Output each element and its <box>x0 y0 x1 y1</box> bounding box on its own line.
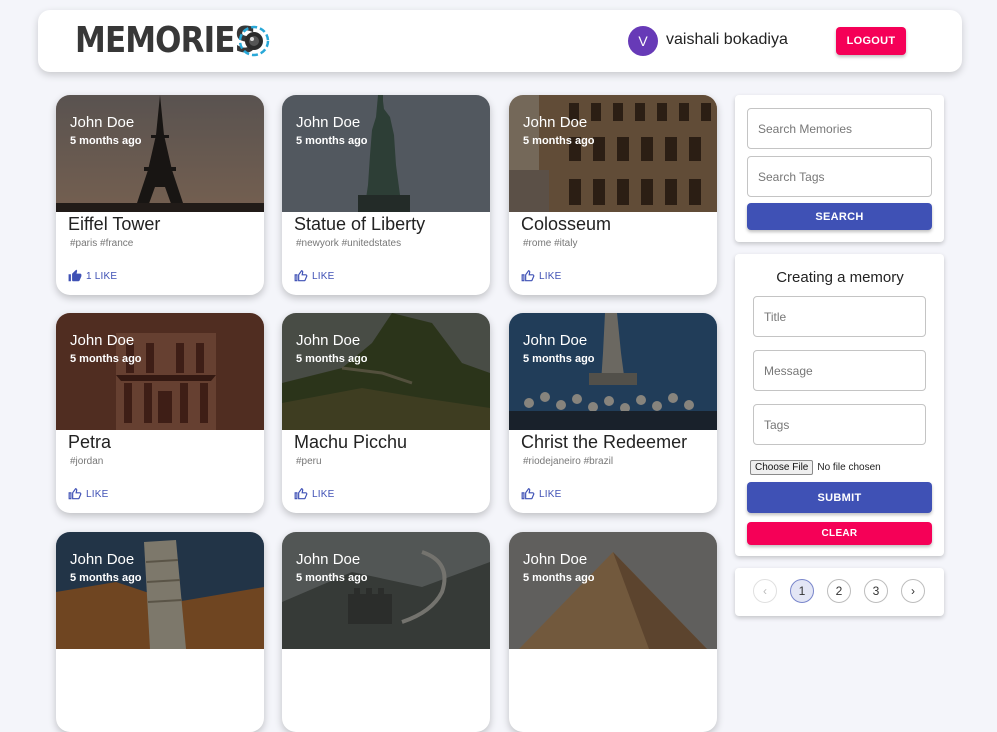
post-author: John Doe <box>296 114 361 131</box>
like-label: LIKE <box>312 488 335 500</box>
avatar[interactable]: V <box>628 26 658 56</box>
like-button[interactable]: LIKE <box>294 269 334 283</box>
like-label: LIKE <box>86 488 109 500</box>
post-card[interactable]: John Doe 5 months ago Colosseum #rome #i… <box>509 95 717 295</box>
user-name: vaishali bokadiya <box>666 31 788 48</box>
choose-file-button[interactable]: Choose File <box>750 460 814 475</box>
clear-button[interactable]: CLEAR <box>747 522 932 545</box>
like-button[interactable]: LIKE <box>521 487 561 501</box>
post-time: 5 months ago <box>523 572 595 584</box>
camera-lens-icon <box>238 25 270 57</box>
post-image[interactable]: John Doe 5 months ago <box>509 95 717 212</box>
post-image[interactable]: John Doe 5 months ago <box>282 313 490 430</box>
post-author: John Doe <box>523 114 588 131</box>
post-author: John Doe <box>70 332 135 349</box>
post-image[interactable]: John Doe 5 months ago <box>56 95 264 212</box>
thumb-up-outline-icon <box>294 270 308 282</box>
thumb-up-icon <box>68 269 82 282</box>
post-time: 5 months ago <box>296 353 368 365</box>
like-label: LIKE <box>539 488 562 500</box>
post-image[interactable]: John Doe 5 months ago <box>282 532 490 649</box>
post-image[interactable]: John Doe 5 months ago <box>509 532 717 649</box>
post-time: 5 months ago <box>70 135 142 147</box>
thumb-up-outline-icon <box>294 488 308 500</box>
like-button[interactable]: LIKE <box>521 269 561 283</box>
search-memories-input[interactable] <box>747 108 932 149</box>
chevron-right-icon: › <box>911 584 915 598</box>
tags-input[interactable] <box>753 404 926 445</box>
post-title: Christ the Redeemer <box>521 432 688 452</box>
page-button-2[interactable]: 2 <box>827 579 851 603</box>
post-time: 5 months ago <box>296 135 368 147</box>
post-card[interactable]: John Doe 5 months ago <box>509 532 717 732</box>
page-button-3[interactable]: 3 <box>864 579 888 603</box>
file-picker: Choose File No file chosen <box>750 460 881 475</box>
create-memory-form: Creating a memory Choose File No file ch… <box>735 254 944 556</box>
form-title: Creating a memory <box>776 269 904 286</box>
post-time: 5 months ago <box>70 572 142 584</box>
post-card[interactable]: John Doe 5 months ago Statue of Liberty … <box>282 95 490 295</box>
post-card[interactable]: John Doe 5 months ago <box>56 532 264 732</box>
post-title: Petra <box>68 432 112 452</box>
logout-button[interactable]: LOGOUT <box>836 27 906 55</box>
post-author: John Doe <box>70 114 135 131</box>
post-tags: #newyork #unitedstates <box>296 238 402 249</box>
submit-button[interactable]: SUBMIT <box>747 482 932 513</box>
post-time: 5 months ago <box>296 572 368 584</box>
thumb-up-outline-icon <box>521 488 535 500</box>
title-input[interactable] <box>753 296 926 337</box>
post-time: 5 months ago <box>70 353 142 365</box>
post-tags: #peru <box>296 456 322 467</box>
search-button[interactable]: SEARCH <box>747 203 932 230</box>
post-title: Eiffel Tower <box>68 214 161 234</box>
post-author: John Doe <box>523 332 588 349</box>
post-author: John Doe <box>296 551 361 568</box>
post-time: 5 months ago <box>523 353 595 365</box>
previous-page-button[interactable]: ‹ <box>753 579 777 603</box>
post-author: John Doe <box>523 551 588 568</box>
post-image[interactable]: John Doe 5 months ago <box>56 532 264 649</box>
post-tags: #paris #france <box>70 238 134 249</box>
like-button[interactable]: 1 LIKE <box>68 269 117 283</box>
search-tags-input[interactable] <box>747 156 932 197</box>
post-card[interactable]: John Doe 5 months ago <box>282 532 490 732</box>
post-card[interactable]: John Doe 5 months ago Eiffel Tower #pari… <box>56 95 264 295</box>
post-tags: #rome #italy <box>523 238 578 249</box>
post-card[interactable]: John Doe 5 months ago Christ the Redeeme… <box>509 313 717 513</box>
message-input[interactable] <box>753 350 926 391</box>
like-button[interactable]: LIKE <box>68 487 108 501</box>
next-page-button[interactable]: › <box>901 579 925 603</box>
post-time: 5 months ago <box>523 135 595 147</box>
file-status: No file chosen <box>817 462 881 473</box>
like-label: 1 LIKE <box>86 270 118 282</box>
post-image[interactable]: John Doe 5 months ago <box>56 313 264 430</box>
thumb-up-outline-icon <box>68 488 82 500</box>
post-author: John Doe <box>296 332 361 349</box>
chevron-left-icon: ‹ <box>763 584 767 598</box>
like-label: LIKE <box>312 270 335 282</box>
like-button[interactable]: LIKE <box>294 487 334 501</box>
app-bar: MEMORIES V vaishali bokadiya LOGOUT <box>38 10 962 72</box>
post-image[interactable]: John Doe 5 months ago <box>509 313 717 430</box>
post-title: Statue of Liberty <box>294 214 426 234</box>
pagination: ‹ 1 2 3 › <box>735 568 944 616</box>
thumb-up-outline-icon <box>521 270 535 282</box>
page-button-1[interactable]: 1 <box>790 579 814 603</box>
post-author: John Doe <box>70 551 135 568</box>
search-panel: SEARCH <box>735 95 944 242</box>
post-card[interactable]: John Doe 5 months ago Machu Picchu #peru… <box>282 313 490 513</box>
post-tags: #jordan <box>70 456 104 467</box>
post-title: Machu Picchu <box>294 432 408 452</box>
post-card[interactable]: John Doe 5 months ago Petra #jordan LIKE <box>56 313 264 513</box>
post-title: Colosseum <box>521 214 612 234</box>
post-image[interactable]: John Doe 5 months ago <box>282 95 490 212</box>
post-tags: #riodejaneiro #brazil <box>523 456 614 467</box>
brand-title[interactable]: MEMORIES <box>75 21 257 61</box>
like-label: LIKE <box>539 270 562 282</box>
